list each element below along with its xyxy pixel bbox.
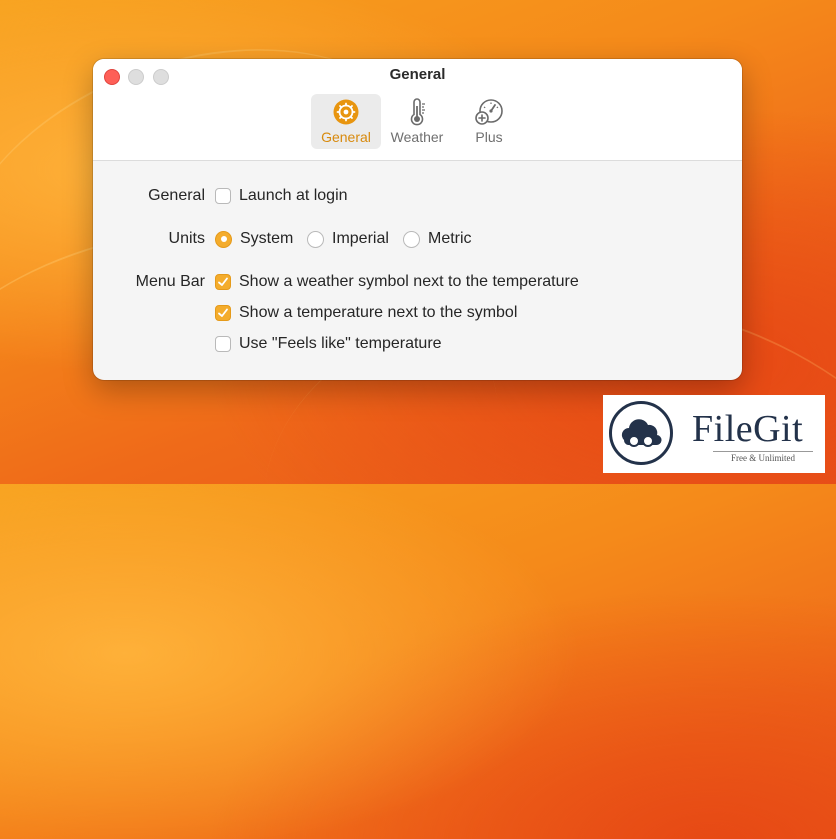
weather-symbol-checkbox[interactable]	[215, 274, 231, 290]
menu-bar-row-label: Menu Bar	[135, 273, 205, 290]
gear-icon	[311, 98, 381, 126]
units-system-radio[interactable]	[215, 230, 232, 248]
weather-symbol-option[interactable]: Show a weather symbol next to the temper…	[215, 273, 579, 291]
filegit-logo-icon	[609, 401, 673, 465]
units-system-option[interactable]: System	[215, 230, 293, 248]
units-row-label: Units	[168, 230, 205, 247]
units-metric-option[interactable]: Metric	[403, 230, 472, 248]
units-imperial-option[interactable]: Imperial	[307, 230, 389, 248]
general-row-label: General	[148, 187, 205, 204]
launch-at-login-label: Launch at login	[239, 187, 348, 204]
preferences-window: General General Weather Plus General Lau…	[93, 59, 742, 380]
units-imperial-label: Imperial	[332, 230, 389, 247]
units-imperial-radio[interactable]	[307, 230, 324, 248]
tab-label: Plus	[475, 129, 503, 145]
checkmark-icon	[218, 277, 228, 286]
filegit-watermark: FileGit Free & Unlimited	[603, 395, 825, 473]
temperature-checkbox[interactable]	[215, 305, 231, 321]
launch-at-login-checkbox[interactable]	[215, 188, 231, 204]
thermometer-icon	[383, 98, 451, 126]
feels-like-label: Use "Feels like" temperature	[239, 335, 442, 352]
tab-general[interactable]: General	[311, 94, 381, 149]
units-metric-label: Metric	[428, 230, 472, 247]
tab-label: General	[321, 129, 371, 145]
checkmark-icon	[218, 308, 228, 317]
feels-like-checkbox[interactable]	[215, 336, 231, 352]
launch-at-login-option[interactable]: Launch at login	[215, 187, 348, 205]
weather-symbol-label: Show a weather symbol next to the temper…	[239, 273, 579, 290]
tab-weather[interactable]: Weather	[383, 94, 451, 149]
units-system-label: System	[240, 230, 294, 247]
filegit-tagline: Free & Unlimited	[713, 451, 813, 463]
temperature-label: Show a temperature next to the symbol	[239, 304, 518, 321]
window-title: General	[389, 66, 446, 83]
settings-pane: General Launch at login Units System Imp…	[93, 161, 742, 380]
gauge-plus-icon	[455, 98, 523, 126]
feels-like-option[interactable]: Use "Feels like" temperature	[215, 335, 442, 353]
window-toolbar: General General Weather Plus	[93, 59, 742, 161]
units-metric-radio[interactable]	[403, 230, 420, 248]
tab-label: Weather	[390, 129, 444, 145]
filegit-name: FileGit	[692, 408, 804, 450]
temperature-option[interactable]: Show a temperature next to the symbol	[215, 304, 517, 322]
tab-plus[interactable]: Plus	[455, 94, 523, 149]
